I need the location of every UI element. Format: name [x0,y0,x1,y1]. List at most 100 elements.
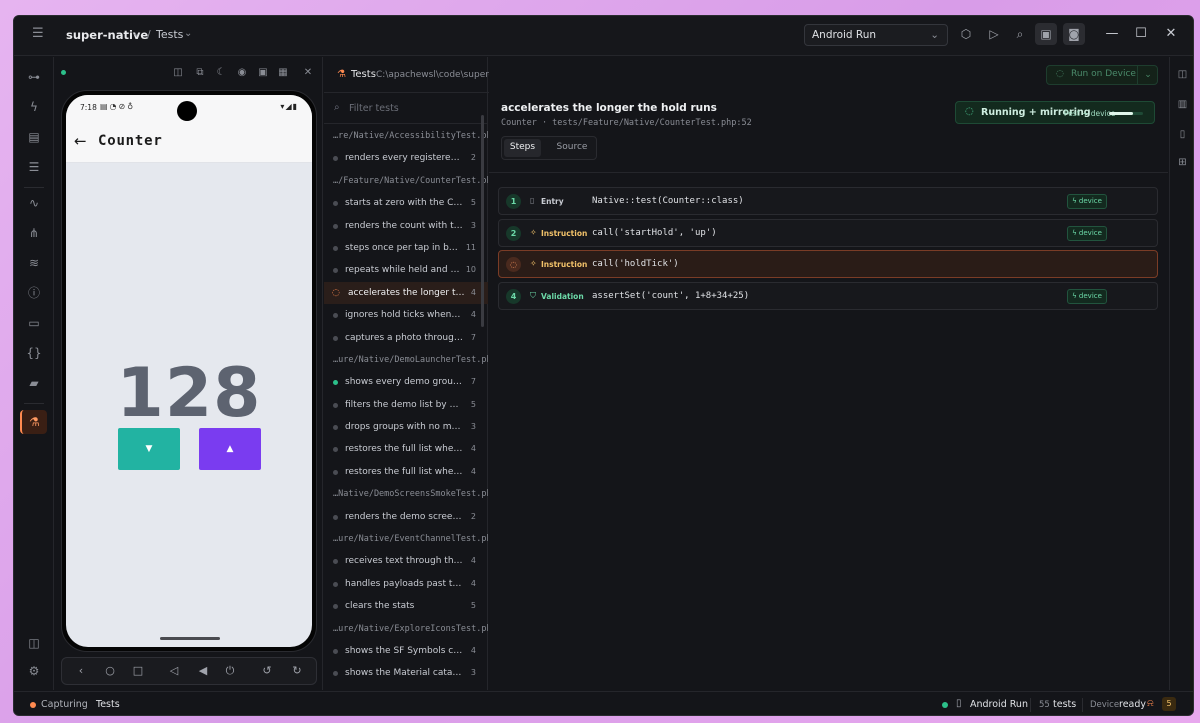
alert-icon[interactable]: ⓘ [26,285,42,301]
volume-up-icon[interactable]: ◀ [196,664,210,678]
menu-icon[interactable]: ☰ [32,27,46,40]
chevron-down-icon[interactable]: ⌄ [184,28,192,39]
test-item[interactable]: restores the full list when th… 4 [324,438,488,460]
test-item[interactable]: shows the SF Symbols catal… 4 [324,640,488,662]
play-icon[interactable]: ▷ [987,27,1001,41]
volume-down-icon[interactable]: ◁ [167,664,181,678]
device-controls: ‹ ○ □ ◁ ◀ ⏻ ↺ ↻ [61,657,317,685]
run-on-device-button[interactable]: ◌ Run on Device ⌄ [1046,65,1158,85]
test-file-header[interactable]: …ure/Native/EventChannelTest.php [324,528,488,550]
record-icon[interactable]: ▣ [257,67,269,79]
test-file-header[interactable]: …/Feature/Native/CounterTest.php [324,170,488,192]
test-item[interactable]: starts at zero with the Coun… 5 [324,192,488,214]
test-item[interactable]: repeats while held and sto… 10 [324,259,488,281]
test-file-header[interactable]: …Native/DemoScreensSmokeTest.php [324,483,488,505]
test-file-header[interactable]: …ure/Native/ExploreIconsTest.php [324,618,488,640]
run-config-select[interactable]: Android Run ⌄ [804,24,948,46]
layout-icon[interactable]: ◫ [172,67,184,79]
maximize-icon[interactable]: ☐ [1133,26,1149,41]
back-arrow-icon[interactable]: ← [74,132,87,150]
tab-source[interactable]: Source [550,139,594,157]
increment-button[interactable]: ▲ [199,428,261,470]
test-item[interactable]: captures a photo through t… 7 [324,327,488,349]
tests-flask-icon[interactable]: ⚗ [20,410,47,434]
test-item-label: restores the full list when th… [345,444,463,455]
status-run-config[interactable]: Android Run [970,699,1028,710]
rotate-left-icon[interactable]: ↺ [260,664,274,678]
status-tests-label[interactable]: Tests [96,699,120,710]
nav-back-icon[interactable]: ‹ [74,664,88,678]
test-tree-scrollbar[interactable] [481,115,484,327]
test-item[interactable]: filters the demo list by sear… 5 [324,394,488,416]
test-item[interactable]: shows every demo group o… 7 [324,371,488,393]
book-icon[interactable]: ▥ [1176,98,1189,111]
close-icon[interactable]: ✕ [302,67,314,79]
sliders-icon[interactable]: ⧉ [194,67,206,79]
breadcrumb-section[interactable]: Tests [156,28,183,41]
braces-icon[interactable]: {} [26,345,42,361]
terminal-icon[interactable]: ▭ [26,315,42,331]
test-item[interactable]: ignores hold ticks when not… 4 [324,304,488,326]
graph-icon[interactable]: ⊶ [26,69,42,85]
step-row[interactable]: 1 ▯ Entry Native::test(Counter::class) ϟ dev… [498,187,1158,215]
tab-steps[interactable]: Steps [504,139,541,157]
theme-moon-icon[interactable]: ☾ [215,67,227,79]
search-icon[interactable]: ⌕ [1013,27,1027,41]
test-item[interactable]: restores the full list when re… 4 [324,461,488,483]
test-file-header[interactable]: …re/Native/AccessibilityTest.php [324,125,488,147]
step-row[interactable]: 2 ✧ Instruction call('startHold', 'up') ϟ de… [498,219,1158,247]
activity-icon[interactable]: ∿ [26,195,42,211]
nav-home-icon[interactable]: ○ [103,664,117,678]
spinner-icon: ◌ [965,106,974,117]
decrement-button[interactable]: ▼ [118,428,180,470]
close-icon[interactable]: ✕ [1163,26,1179,41]
notification-count-badge[interactable]: 5 [1162,697,1176,711]
sparkle-icon: ✧ [530,228,537,237]
tests-title: Tests [351,69,376,80]
test-item[interactable]: renders every registered scr… 2 [324,147,488,169]
search-icon: ⌕ [334,102,340,113]
rotate-right-icon[interactable]: ↻ [290,664,304,678]
capturing-label[interactable]: Capturing [41,699,88,710]
package-icon[interactable]: ⬡ [959,27,973,41]
filter-tests-input[interactable]: Filter tests [349,103,399,114]
database-icon[interactable]: ≋ [26,255,42,271]
test-item[interactable]: receives text through the c… 4 [324,550,488,572]
test-item[interactable]: renders the demo screen wi… 2 [324,506,488,528]
screenshot-icon[interactable]: ◙ [1063,23,1085,45]
screen-title: Counter [98,133,163,149]
mirror-device-icon[interactable]: ▣ [1035,23,1057,45]
test-item[interactable]: ◌ accelerates the longer the h… 4 [324,281,488,305]
nav-recents-icon[interactable]: □ [131,664,145,678]
step-row[interactable]: 4 ⛉ Validation assertSet('count', 1+8+34+25… [498,282,1158,310]
bell-icon[interactable]: ⍾ [1147,698,1154,709]
minimize-icon[interactable]: — [1104,26,1120,41]
list-icon[interactable]: ☰ [26,159,42,175]
hierarchy-icon[interactable]: ⋔ [26,225,42,241]
sidebar-toggle-icon[interactable]: ◫ [26,635,42,651]
test-item[interactable]: falls back to SF Symbols wh…2 [324,685,488,690]
step-row[interactable]: ◌ ✧ Instruction call('holdTick') [498,250,1158,278]
test-file-header[interactable]: …ure/Native/DemoLauncherTest.php [324,349,488,371]
panel-icon[interactable]: ◫ [1176,68,1189,81]
home-indicator[interactable] [160,637,220,640]
power-icon[interactable]: ⏻ [223,664,237,678]
document-icon[interactable]: ▤ [26,129,42,145]
test-item[interactable]: shows the Material catalog … 3 [324,662,488,684]
keyboard-icon[interactable]: ▦ [277,67,289,79]
test-item[interactable]: steps once per tap in both… 11 [324,237,488,259]
test-item[interactable]: renders the count with the … 3 [324,215,488,237]
columns-icon[interactable]: ⊞ [1176,156,1189,169]
settings-gear-icon[interactable]: ⚙ [26,663,42,679]
chevron-down-icon[interactable]: ⌄ [132,28,140,39]
chevron-down-icon[interactable]: ⌄ [1137,66,1158,84]
folder-icon[interactable]: ▰ [26,375,42,391]
camera-icon[interactable]: ◉ [236,67,248,79]
test-item[interactable]: handles payloads past the … 4 [324,573,488,595]
device-connected-indicator [61,70,66,75]
test-item[interactable]: clears the stats 5 [324,595,488,617]
lightning-icon[interactable]: ϟ [26,99,42,115]
phone-icon[interactable]: ▯ [1176,128,1189,141]
lightning-icon: ϟ [1072,197,1079,205]
test-item[interactable]: drops groups with no matc… 3 [324,416,488,438]
